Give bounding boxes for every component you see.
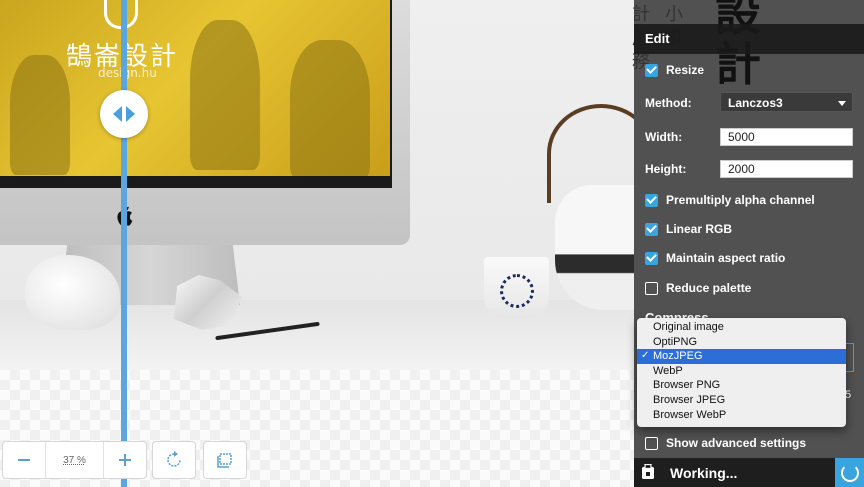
- compress-dropdown-menu[interactable]: Original image OptiPNG ✓ MozJPEG WebP Br…: [637, 318, 846, 427]
- method-value: Lanczos3: [728, 96, 783, 110]
- compress-option-original[interactable]: Original image: [637, 320, 846, 335]
- height-input[interactable]: 2000: [720, 160, 853, 178]
- cup-flower-pattern: [500, 274, 534, 308]
- minus-icon: [18, 459, 30, 461]
- logo-english-text: design.hu: [98, 66, 157, 80]
- linear-rgb-label: Linear RGB: [666, 222, 733, 236]
- zoom-controls: 37 %: [2, 441, 147, 479]
- reduce-palette-option[interactable]: Reduce palette: [645, 281, 751, 295]
- width-label: Width:: [645, 130, 683, 144]
- maintain-aspect-label: Maintain aspect ratio: [666, 251, 786, 265]
- resize-label: Resize: [666, 63, 705, 77]
- compress-option-mozjpeg-label: MozJPEG: [653, 350, 703, 363]
- compress-option-browser-webp[interactable]: Browser WebP: [637, 408, 846, 423]
- save-icon[interactable]: [641, 464, 655, 480]
- compress-option-webp[interactable]: WebP: [637, 364, 846, 379]
- reduce-palette-checkbox[interactable]: [645, 281, 658, 295]
- resize-option[interactable]: Resize: [645, 63, 704, 77]
- status-bar: [634, 458, 864, 487]
- fit-screen-icon: [217, 453, 232, 468]
- imac-screen: 鵠崙設計 design.hu: [0, 0, 390, 176]
- advanced-settings-option[interactable]: Show advanced settings: [645, 436, 806, 450]
- fit-screen-button[interactable]: [203, 441, 247, 479]
- compare-slider-handle[interactable]: [100, 90, 148, 138]
- maintain-aspect-option[interactable]: Maintain aspect ratio: [645, 251, 785, 265]
- plus-icon: [119, 454, 131, 466]
- compress-option-mozjpeg[interactable]: ✓ MozJPEG: [637, 349, 846, 364]
- compare-divider[interactable]: [121, 0, 127, 487]
- linear-rgb-option[interactable]: Linear RGB: [645, 222, 732, 236]
- method-select[interactable]: Lanczos3: [720, 92, 853, 112]
- status-text: Working...: [670, 465, 738, 481]
- edit-section-header: Edit: [634, 24, 864, 54]
- width-input[interactable]: 5000: [720, 128, 853, 146]
- image-canvas[interactable]: 鵠崙設計 design.hu: [0, 0, 634, 487]
- premultiply-alpha-label: Premultiply alpha channel: [666, 193, 815, 207]
- premultiply-alpha-option[interactable]: Premultiply alpha channel: [645, 193, 815, 207]
- resize-checkbox[interactable]: [645, 63, 658, 77]
- maintain-aspect-checkbox[interactable]: [645, 251, 658, 265]
- zoom-out-button[interactable]: [3, 442, 46, 478]
- zoom-in-button[interactable]: [103, 442, 146, 478]
- advanced-settings-checkbox[interactable]: [645, 436, 658, 450]
- tea-kettle: [555, 185, 634, 310]
- reduce-palette-label: Reduce palette: [666, 281, 752, 295]
- compress-select-edge: [845, 343, 854, 372]
- left-right-arrows-icon: [113, 106, 135, 122]
- rotate-icon: [167, 451, 181, 467]
- imac-body: 鵠崙設計 design.hu: [0, 0, 410, 245]
- checkmark-icon: ✓: [641, 350, 650, 362]
- compress-option-browser-png[interactable]: Browser PNG: [637, 378, 846, 393]
- rotate-button[interactable]: [152, 441, 196, 479]
- compress-option-browser-jpeg[interactable]: Browser JPEG: [637, 393, 846, 408]
- height-label: Height:: [645, 162, 687, 176]
- compress-option-optipng[interactable]: OptiPNG: [637, 335, 846, 350]
- advanced-settings-label: Show advanced settings: [666, 436, 807, 450]
- chevron-down-icon: [838, 101, 846, 106]
- zoom-level-value[interactable]: 37 %: [46, 442, 103, 478]
- premultiply-alpha-checkbox[interactable]: [645, 193, 658, 207]
- linear-rgb-checkbox[interactable]: [645, 222, 658, 236]
- loading-spinner: [835, 458, 864, 487]
- method-label: Method:: [645, 96, 692, 110]
- spinner-icon: [840, 463, 859, 482]
